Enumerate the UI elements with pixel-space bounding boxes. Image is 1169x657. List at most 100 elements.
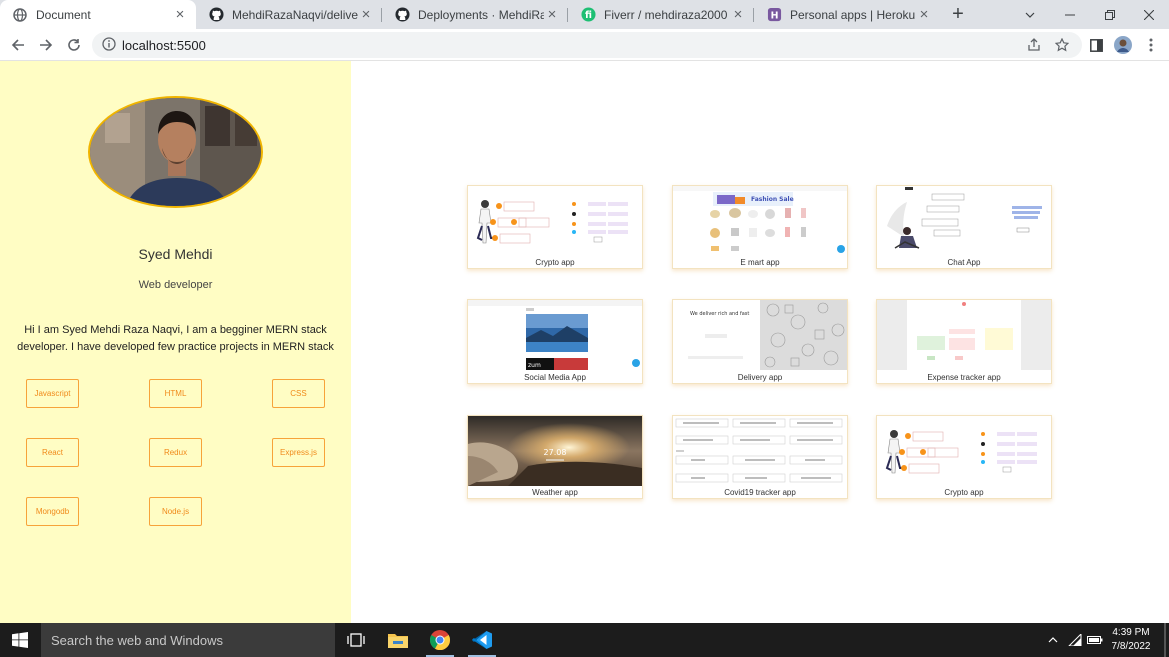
file-explorer-icon[interactable] xyxy=(378,623,418,657)
tab-title: MehdiRazaNaqvi/delivery_ap xyxy=(232,7,358,22)
weather-app-thumbnail: 27.08 xyxy=(468,416,642,486)
project-card-emart[interactable]: Fashion Sale E mart app xyxy=(672,185,848,269)
profile-sidebar: Syed Mehdi Web developer Hi I am Syed Me… xyxy=(0,61,351,623)
emart-app-thumbnail: Fashion Sale xyxy=(673,186,847,256)
info-icon[interactable] xyxy=(102,37,118,53)
projects-grid: Crypto app Fashion Sale E mart app Chat … xyxy=(351,61,1169,623)
clock-date: 7/8/2022 xyxy=(1111,641,1151,652)
project-label: Crypto app xyxy=(535,258,575,267)
skill-javascript[interactable]: Javascript xyxy=(26,379,79,408)
profile-role: Web developer xyxy=(138,279,213,291)
system-clock[interactable]: 4:39 PM 7/8/2022 xyxy=(1106,626,1156,654)
url-text: localhost:5500 xyxy=(122,38,206,53)
close-window-button[interactable] xyxy=(1129,0,1169,29)
profile-photo xyxy=(88,96,263,208)
browser-tab-strip: Document × MehdiRazaNaqvi/delivery_ap × … xyxy=(0,0,1169,29)
reload-button[interactable] xyxy=(63,34,85,56)
fiverr-icon: fi xyxy=(580,7,596,23)
project-label: Delivery app xyxy=(737,373,783,382)
emart-banner-text: Fashion Sale xyxy=(751,196,794,203)
tab-github-deployments[interactable]: Deployments · MehdiRazaNa × xyxy=(382,0,568,29)
tab-document[interactable]: Document × xyxy=(0,0,196,29)
profile-avatar[interactable] xyxy=(1112,34,1134,56)
project-label: Chat App xyxy=(947,258,981,267)
close-icon[interactable]: × xyxy=(916,6,932,23)
tab-title: Document xyxy=(36,7,91,22)
forward-button[interactable] xyxy=(35,34,57,56)
project-label: Expense tracker app xyxy=(927,373,1001,382)
skill-css[interactable]: CSS xyxy=(272,379,325,408)
globe-icon xyxy=(12,7,28,23)
browser-toolbar: localhost:5500 xyxy=(0,29,1169,61)
address-bar[interactable]: localhost:5500 xyxy=(92,32,1082,58)
tab-search-chevron-icon[interactable] xyxy=(1010,0,1050,29)
chat-app-thumbnail xyxy=(877,186,1051,256)
project-card-covid[interactable]: Covid19 tracker app xyxy=(672,415,848,499)
close-icon[interactable]: × xyxy=(172,6,188,23)
github-icon xyxy=(208,7,224,23)
bookmark-star-icon[interactable] xyxy=(1054,37,1070,53)
chrome-icon[interactable] xyxy=(420,623,460,657)
project-label: Covid19 tracker app xyxy=(724,488,796,497)
skill-mongodb[interactable]: Mongodb xyxy=(26,497,79,526)
project-card-weather[interactable]: 27.08 Weather app xyxy=(467,415,643,499)
project-label: E mart app xyxy=(740,258,780,267)
profile-name: Syed Mehdi xyxy=(138,246,213,262)
github-icon xyxy=(394,7,410,23)
back-button[interactable] xyxy=(7,34,29,56)
skill-nodejs[interactable]: Node.js xyxy=(149,497,202,526)
project-card-crypto-2[interactable]: Crypto app xyxy=(876,415,1052,499)
clock-time: 4:39 PM xyxy=(1112,627,1150,638)
restore-button[interactable] xyxy=(1090,0,1130,29)
vscode-icon[interactable] xyxy=(462,623,502,657)
expense-app-thumbnail xyxy=(877,300,1051,370)
project-card-social[interactable]: zum Social Media App xyxy=(467,299,643,384)
skill-expressjs[interactable]: Express.js xyxy=(272,438,325,467)
project-label: Crypto app xyxy=(944,488,984,497)
wifi-icon[interactable] xyxy=(1067,633,1083,647)
tray-chevron-up-icon[interactable] xyxy=(1045,633,1061,647)
tab-title: Fiverr / mehdiraza2000 / Edi xyxy=(604,7,730,22)
tab-heroku[interactable]: H Personal apps | Heroku × xyxy=(754,0,940,29)
social-thumb-text: zum xyxy=(528,362,541,369)
taskbar-search-placeholder: Search the web and Windows xyxy=(51,633,223,648)
tab-title: Deployments · MehdiRazaNa xyxy=(418,7,544,22)
tab-title: Personal apps | Heroku xyxy=(790,7,916,22)
crypto-app-thumbnail xyxy=(468,186,642,256)
share-icon[interactable] xyxy=(1026,37,1042,53)
covid-app-thumbnail xyxy=(673,416,847,486)
new-tab-button[interactable]: + xyxy=(948,4,968,24)
svg-text:H: H xyxy=(770,10,778,21)
project-card-crypto[interactable]: Crypto app xyxy=(467,185,643,269)
delivery-app-thumbnail: We deliver rich and fast xyxy=(673,300,847,370)
profile-bio: Hi I am Syed Mehdi Raza Naqvi, I am a be… xyxy=(17,324,334,353)
tab-github-delivery[interactable]: MehdiRazaNaqvi/delivery_ap × xyxy=(196,0,382,29)
task-view-icon[interactable] xyxy=(336,623,376,657)
minimize-button[interactable] xyxy=(1050,0,1090,29)
delivery-thumb-heading: We deliver rich and fast xyxy=(690,311,749,317)
project-card-expense[interactable]: Expense tracker app xyxy=(876,299,1052,384)
battery-icon[interactable] xyxy=(1087,633,1103,647)
project-card-chat[interactable]: Chat App xyxy=(876,185,1052,269)
skill-html[interactable]: HTML xyxy=(149,379,202,408)
crypto-app-thumbnail xyxy=(877,416,1051,486)
close-icon[interactable]: × xyxy=(730,6,746,23)
project-label: Weather app xyxy=(532,488,578,497)
windows-start-icon[interactable] xyxy=(12,632,28,648)
tab-fiverr[interactable]: fi Fiverr / mehdiraza2000 / Edi × xyxy=(568,0,754,29)
side-panel-icon[interactable] xyxy=(1085,34,1107,56)
project-card-delivery[interactable]: We deliver rich and fast Delivery app xyxy=(672,299,848,384)
project-label: Social Media App xyxy=(524,373,586,382)
browser-menu-icon[interactable] xyxy=(1140,34,1162,56)
windows-taskbar: Search the web and Windows 4:39 PM 7/8/2… xyxy=(0,623,1169,657)
svg-text:fi: fi xyxy=(585,10,592,21)
social-app-thumbnail: zum xyxy=(468,300,642,370)
skill-redux[interactable]: Redux xyxy=(149,438,202,467)
heroku-icon: H xyxy=(766,7,782,23)
close-icon[interactable]: × xyxy=(358,6,374,23)
show-desktop-button[interactable] xyxy=(1164,623,1166,657)
taskbar-search-box[interactable]: Search the web and Windows xyxy=(41,623,335,657)
skill-react[interactable]: React xyxy=(26,438,79,467)
weather-thumb-temp: 27.08 xyxy=(544,448,567,457)
close-icon[interactable]: × xyxy=(544,6,560,23)
